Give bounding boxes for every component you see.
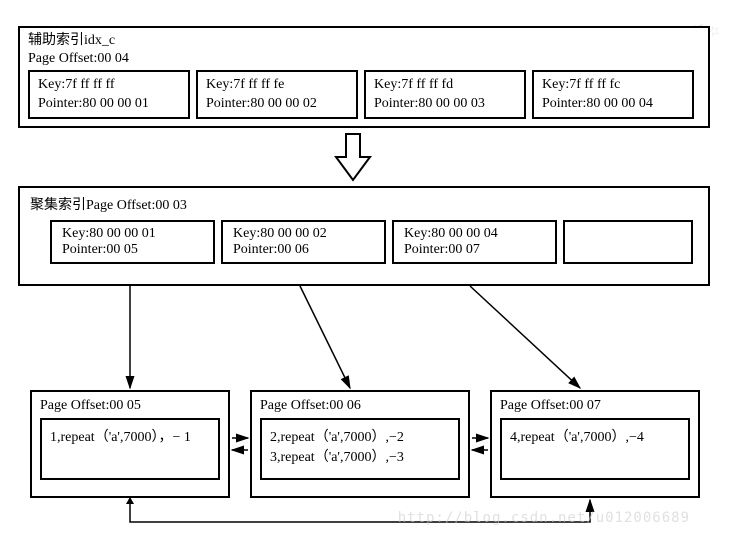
leaf-content: 1,repeat（'a',7000），− 1 xyxy=(40,418,220,480)
clu-entry: Key:80 00 00 01 Pointer:00 05 xyxy=(50,220,215,264)
hollow-arrow-down xyxy=(328,132,378,182)
secondary-index-offset: Page Offset:00 04 xyxy=(28,50,700,68)
entry-key: Key:7f ff ff fc xyxy=(542,76,684,94)
sec-entry: Key:7f ff ff fd Pointer:80 00 00 03 xyxy=(364,70,526,118)
leaf-page-2: Page Offset:00 06 2,repeat（'a',7000）,−2 … xyxy=(250,390,470,498)
leaf-page-1: Page Offset:00 05 1,repeat（'a',7000），− 1 xyxy=(30,390,230,498)
entry-pointer: Pointer:00 05 xyxy=(62,242,203,258)
entry-key: Key:7f ff ff ff xyxy=(38,76,180,94)
sec-entry: Key:7f ff ff fc Pointer:80 00 00 04 xyxy=(532,70,694,118)
clu-entry: Key:80 00 00 04 Pointer:00 07 xyxy=(392,220,557,264)
entry-pointer: Pointer:80 00 00 04 xyxy=(542,95,684,113)
watermark-url: http://blog.csdn.net/u012006689 xyxy=(398,510,690,526)
entry-key: Key:80 00 00 02 xyxy=(233,226,374,242)
clustered-index-entries: Key:80 00 00 01 Pointer:00 05 Key:80 00 … xyxy=(50,220,698,264)
entry-pointer: Pointer:00 06 xyxy=(233,242,374,258)
secondary-index-entries: Key:7f ff ff ff Pointer:80 00 00 01 Key:… xyxy=(28,70,700,118)
sec-entry: Key:7f ff ff ff Pointer:80 00 00 01 xyxy=(28,70,190,118)
entry-pointer: Pointer:80 00 00 01 xyxy=(38,95,180,113)
entry-key: Key:7f ff ff fe xyxy=(206,76,348,94)
leaf-offset: Page Offset:00 05 xyxy=(40,398,220,414)
clustered-index-title: 聚集索引Page Offset:00 03 xyxy=(30,194,698,214)
entry-pointer: Pointer:80 00 00 03 xyxy=(374,95,516,113)
leaf-offset: Page Offset:00 06 xyxy=(260,398,460,414)
leaf-offset: Page Offset:00 07 xyxy=(500,398,690,414)
entry-pointer: Pointer:80 00 00 02 xyxy=(206,95,348,113)
sec-entry: Key:7f ff ff fe Pointer:80 00 00 02 xyxy=(196,70,358,118)
leaf-page-3: Page Offset:00 07 4,repeat（'a',7000）,−4 xyxy=(490,390,700,498)
entry-pointer: Pointer:00 07 xyxy=(404,242,545,258)
leaf-content: 2,repeat（'a',7000）,−2 3,repeat（'a',7000）… xyxy=(260,418,460,480)
secondary-index-title: 辅助索引idx_c xyxy=(28,32,700,50)
secondary-index-box: 辅助索引idx_c Page Offset:00 04 Key:7f ff ff… xyxy=(18,26,710,128)
leaf-content: 4,repeat（'a',7000）,−4 xyxy=(500,418,690,480)
clu-entry: Key:80 00 00 02 Pointer:00 06 xyxy=(221,220,386,264)
entry-key: Key:80 00 00 04 xyxy=(404,226,545,242)
clustered-index-box: 聚集索引Page Offset:00 03 Key:80 00 00 01 Po… xyxy=(18,186,710,286)
entry-key: Key:80 00 00 01 xyxy=(62,226,203,242)
clu-entry-empty xyxy=(563,220,693,264)
entry-key: Key:7f ff ff fd xyxy=(374,76,516,94)
